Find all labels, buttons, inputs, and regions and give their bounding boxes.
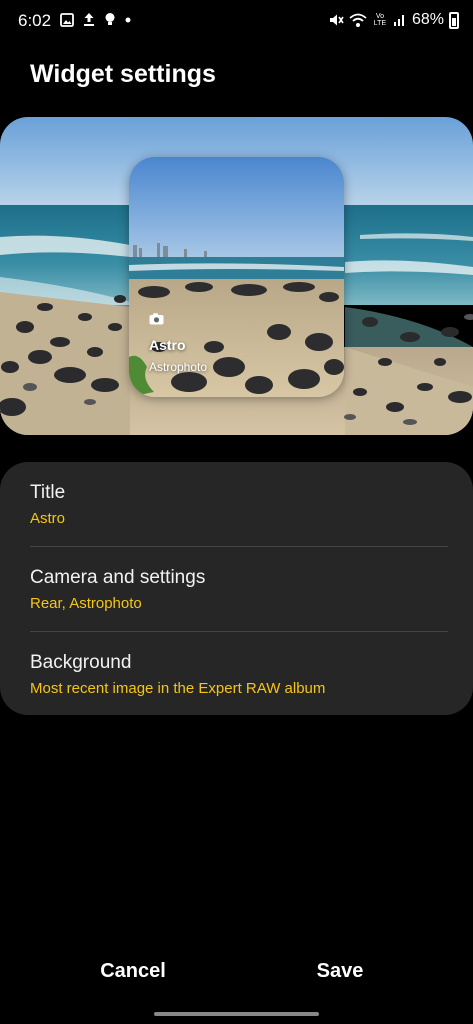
setting-label: Camera and settings xyxy=(30,567,206,588)
setting-value: Astro xyxy=(30,510,66,527)
wifi-icon xyxy=(349,13,367,27)
camera-icon xyxy=(149,313,164,325)
battery-icon xyxy=(449,11,459,29)
settings-card: Title Astro Camera and settings Rear, As… xyxy=(0,462,473,715)
home-indicator[interactable] xyxy=(154,1012,319,1016)
gallery-icon xyxy=(60,12,74,27)
dot-icon xyxy=(125,17,131,22)
widget-card: Astro Astrophoto xyxy=(129,157,344,397)
setting-camera-and-settings[interactable]: Camera and settings Rear, Astrophoto xyxy=(0,547,473,631)
status-bar: 6:02 Vo LTE 68% xyxy=(0,0,473,44)
notification-icons xyxy=(60,12,132,27)
system-status-icons: Vo LTE 68% xyxy=(328,11,459,29)
upload-icon xyxy=(84,13,94,26)
setting-label: Background xyxy=(30,652,132,673)
battery-percent: 68% xyxy=(411,11,444,28)
setting-title[interactable]: Title Astro xyxy=(0,462,473,546)
cancel-button[interactable]: Cancel xyxy=(63,956,203,986)
setting-value: Most recent image in the Expert RAW albu… xyxy=(30,680,326,697)
setting-background[interactable]: Background Most recent image in the Expe… xyxy=(0,632,473,716)
save-button[interactable]: Save xyxy=(270,956,410,986)
widget-preview: Astro Astrophoto xyxy=(0,117,473,435)
page-title: Widget settings xyxy=(30,60,216,88)
volte-icon: Vo LTE xyxy=(373,13,387,27)
bulb-icon xyxy=(105,13,115,25)
setting-label: Title xyxy=(30,482,66,503)
setting-value: Rear, Astrophoto xyxy=(30,595,142,612)
widget-title: Astro xyxy=(149,337,186,353)
widget-subtitle: Astrophoto xyxy=(149,360,208,374)
status-time: 6:02 xyxy=(18,11,52,30)
signal-icon xyxy=(393,15,404,26)
mute-icon xyxy=(329,14,344,26)
